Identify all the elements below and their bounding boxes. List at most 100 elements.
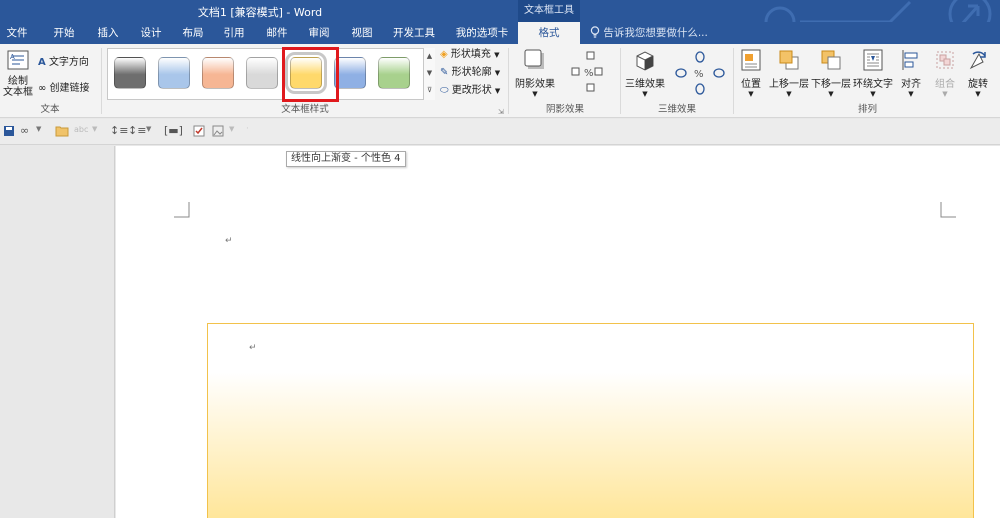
tab-view[interactable]: 视图: [346, 22, 378, 44]
group-objects-icon: [936, 51, 954, 69]
tilt-icon: %: [675, 51, 725, 95]
tab-my-tab[interactable]: 我的选项卡: [452, 22, 512, 44]
text-box[interactable]: ↵: [207, 323, 974, 518]
tab-design[interactable]: 设计: [135, 22, 167, 44]
style-swatch-4[interactable]: [246, 57, 278, 89]
dropdown-arrow-icon: ▼: [494, 51, 500, 59]
gallery-more-icon[interactable]: ⊽: [424, 82, 435, 99]
dropdown-arrow-icon: ▼: [494, 69, 501, 77]
gallery-down-icon[interactable]: ▼: [424, 65, 435, 82]
change-shape-label: 更改形状: [451, 85, 492, 96]
paragraph-spacing-icon[interactable]: ↕≡: [128, 124, 146, 137]
tab-home[interactable]: 开始: [48, 22, 80, 44]
dropdown-arrow-icon: ▼: [229, 125, 235, 133]
align-button[interactable]: 对齐 ▼: [897, 48, 925, 98]
tab-format[interactable]: 格式: [518, 22, 580, 44]
style-swatch-1[interactable]: [114, 57, 146, 89]
shape-style-gallery: [107, 48, 435, 100]
bracket-icon[interactable]: [▬]: [164, 124, 183, 137]
group-button[interactable]: 组合 ▼: [930, 48, 960, 98]
svg-text:A: A: [10, 53, 15, 61]
style-swatch-2[interactable]: [158, 57, 190, 89]
overflow-icon[interactable]: ·: [246, 124, 249, 134]
style-swatch-3[interactable]: [202, 57, 234, 89]
position-icon: [741, 49, 761, 71]
tab-file[interactable]: 文件: [2, 22, 32, 44]
send-backward-button[interactable]: 下移一层 ▼: [810, 48, 852, 98]
tab-references[interactable]: 引用: [218, 22, 250, 44]
wrap-text-icon: [863, 49, 883, 71]
dropdown-arrow-icon: ▼: [975, 90, 981, 98]
dialog-launcher-icon[interactable]: ⇲: [498, 108, 504, 116]
dropdown-arrow-icon: ▼: [942, 90, 948, 98]
tab-layout[interactable]: 布局: [177, 22, 209, 44]
shadow-effects-button[interactable]: 阴影效果 ▼: [512, 48, 558, 98]
nudge-shadow-icon: %: [571, 51, 603, 92]
image-icon[interactable]: [212, 125, 224, 137]
dropdown-arrow-icon[interactable]: ▼: [146, 125, 151, 133]
wrap-text-label: 环绕文字: [853, 79, 893, 90]
tab-mailings[interactable]: 邮件: [261, 22, 293, 44]
link-icon: ∞: [38, 83, 47, 94]
bring-forward-button[interactable]: 上移一层 ▼: [768, 48, 810, 98]
cube-icon: [636, 51, 654, 71]
checkbox-icon[interactable]: [193, 125, 205, 137]
disabled-tool-icon: abc: [74, 125, 89, 134]
dropdown-arrow-icon: ▼: [642, 90, 648, 98]
line-spacing-icon[interactable]: ↕≡: [110, 124, 128, 137]
tab-developer[interactable]: 开发工具: [388, 22, 440, 44]
shape-fill-label: 形状填充: [450, 49, 491, 60]
create-link-button[interactable]: ∞ 创建链接: [38, 79, 90, 94]
dropdown-arrow-icon: ▼: [494, 87, 501, 95]
3d-effects-label: 三维效果: [625, 79, 665, 90]
group-label-text: 文本: [40, 104, 60, 115]
wrap-text-button[interactable]: 环绕文字 ▼: [852, 48, 894, 98]
pen-icon: ✎: [440, 67, 449, 78]
shape-fill-button[interactable]: ◈ 形状填充 ▼: [440, 46, 499, 64]
group-divider: [101, 48, 102, 114]
rotate-icon: [969, 51, 986, 70]
link-icon[interactable]: ∞: [20, 124, 29, 137]
textbox-icon: A: [7, 50, 29, 70]
dropdown-arrow-icon: ▼: [532, 90, 538, 98]
shadow-icon: [524, 49, 544, 69]
nudge-shadow-controls[interactable]: %: [568, 50, 606, 99]
shape-outline-label: 形状轮廓: [451, 67, 492, 78]
paragraph-mark: ↵: [225, 236, 233, 246]
rotate-label: 旋转: [968, 79, 988, 90]
position-button[interactable]: 位置 ▼: [737, 48, 765, 98]
lightbulb-icon: [590, 26, 600, 38]
svg-text:%: %: [584, 68, 594, 79]
save-icon[interactable]: [3, 125, 15, 137]
tell-me-search[interactable]: 告诉我您想要做什么...: [590, 22, 708, 44]
shape-outline-button[interactable]: ✎ 形状轮廓 ▼: [440, 64, 500, 82]
window-title: 文档1 [兼容模式] - Word: [197, 6, 323, 19]
bring-forward-label: 上移一层: [769, 79, 809, 90]
ribbon-tabs: 文件 开始 插入 设计 布局 引用 邮件 审阅 视图 开发工具 我的选项卡 格式…: [0, 22, 1000, 44]
dropdown-arrow-icon: ▼: [828, 90, 834, 98]
position-label: 位置: [741, 79, 761, 90]
style-tooltip: 线性向上渐变 - 个性色 4: [286, 151, 406, 167]
dropdown-arrow-icon[interactable]: ▼: [36, 125, 41, 133]
tab-review[interactable]: 审阅: [303, 22, 335, 44]
quick-access-toolbar: ∞ ▼ abc ▼ ↕≡ ↕≡ ▼ [▬] ▼ ·: [0, 119, 1000, 145]
style-swatch-7[interactable]: [378, 57, 410, 89]
tab-insert[interactable]: 插入: [92, 22, 124, 44]
dropdown-arrow-icon: ▼: [92, 125, 98, 133]
3d-effects-button[interactable]: 三维效果 ▼: [624, 48, 666, 98]
text-direction-button[interactable]: A 文字方向: [38, 53, 89, 68]
draw-textbox-button[interactable]: A 绘制 文本框: [3, 49, 33, 98]
group-divider: [508, 48, 509, 114]
change-shape-button[interactable]: ⬭ 更改形状 ▼: [440, 82, 500, 100]
gallery-scroll: ▲ ▼ ⊽: [423, 48, 435, 100]
rotate-button[interactable]: 旋转 ▼: [963, 48, 993, 98]
textbox-paragraph-mark: ↵: [249, 343, 257, 353]
group-divider: [620, 48, 621, 114]
folder-icon[interactable]: [55, 125, 69, 137]
group-label-3d: 三维效果: [657, 104, 696, 115]
svg-text:%: %: [694, 69, 704, 80]
text-direction-label: 文字方向: [48, 57, 89, 68]
tilt-controls[interactable]: %: [674, 50, 726, 99]
group-label-arrange: 排列: [857, 104, 877, 115]
gallery-up-icon[interactable]: ▲: [424, 48, 435, 65]
